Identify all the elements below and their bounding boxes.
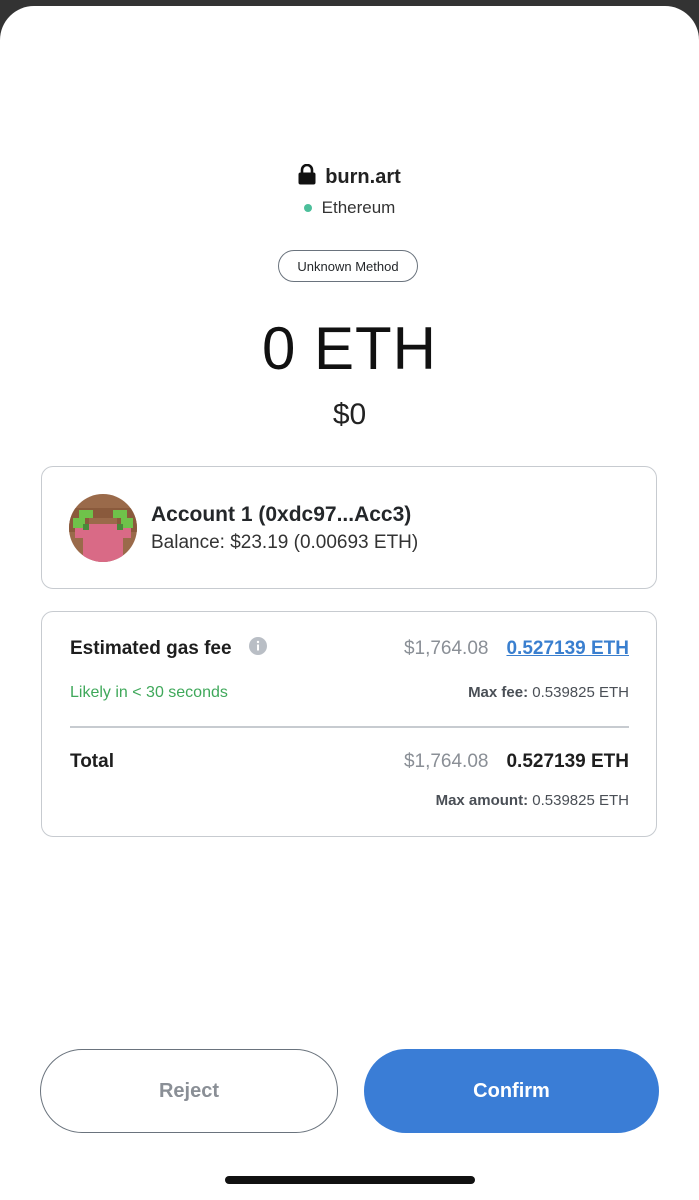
total-label: Total — [70, 751, 114, 772]
reject-button[interactable]: Reject — [40, 1049, 338, 1133]
confirmation-sheet: burn.art Ethereum Unknown Method 0 ETH $… — [0, 6, 699, 1200]
gas-time-estimate: Likely in < 30 seconds — [70, 684, 228, 701]
estimated-gas-fee-label: Estimated gas fee — [70, 638, 232, 659]
account-balance: Balance: $23.19 (0.00693 ETH) — [151, 532, 419, 553]
account-avatar — [69, 494, 137, 562]
max-fee-label: Max fee: — [468, 684, 529, 701]
transaction-amount: 0 ETH — [261, 315, 438, 382]
max-amount-value: 0.539825 ETH — [532, 792, 629, 809]
network-name: Ethereum — [321, 198, 396, 217]
divider — [70, 726, 629, 728]
account-card[interactable]: Account 1 (0xdc97...Acc3) Balance: $23.1… — [41, 466, 657, 589]
info-icon[interactable] — [249, 637, 267, 655]
gas-fee-values: $1,764.08 0.527139 ETH — [404, 638, 629, 660]
max-fee-value: 0.539825 ETH — [532, 684, 629, 701]
method-badge: Unknown Method — [278, 250, 418, 282]
max-amount: Max amount: 0.539825 ETH — [436, 792, 629, 809]
gas-fee-fiat: $1,764.08 — [403, 638, 489, 659]
lock-icon — [298, 163, 316, 190]
total-fiat: $1,764.08 — [403, 751, 489, 772]
account-name: Account 1 (0xdc97...Acc3) — [151, 503, 412, 526]
transaction-amount-fiat: $0 — [332, 398, 367, 431]
confirm-button[interactable]: Confirm — [364, 1049, 659, 1133]
max-fee: Max fee: 0.539825 ETH — [468, 684, 629, 701]
origin-domain: burn.art — [325, 165, 401, 188]
network-row: Ethereum — [0, 198, 699, 218]
gas-fee-eth-link[interactable]: 0.527139 ETH — [506, 638, 629, 660]
total-eth: 0.527139 ETH — [506, 751, 629, 772]
network-status-dot — [303, 204, 312, 212]
origin-row: burn.art — [0, 163, 699, 190]
gas-fee-card: Estimated gas fee $1,764.08 0.527139 ETH… — [41, 611, 657, 837]
home-indicator[interactable] — [225, 1176, 475, 1184]
total-values: $1,764.08 0.527139 ETH — [404, 751, 629, 773]
max-amount-label: Max amount: — [435, 792, 529, 809]
